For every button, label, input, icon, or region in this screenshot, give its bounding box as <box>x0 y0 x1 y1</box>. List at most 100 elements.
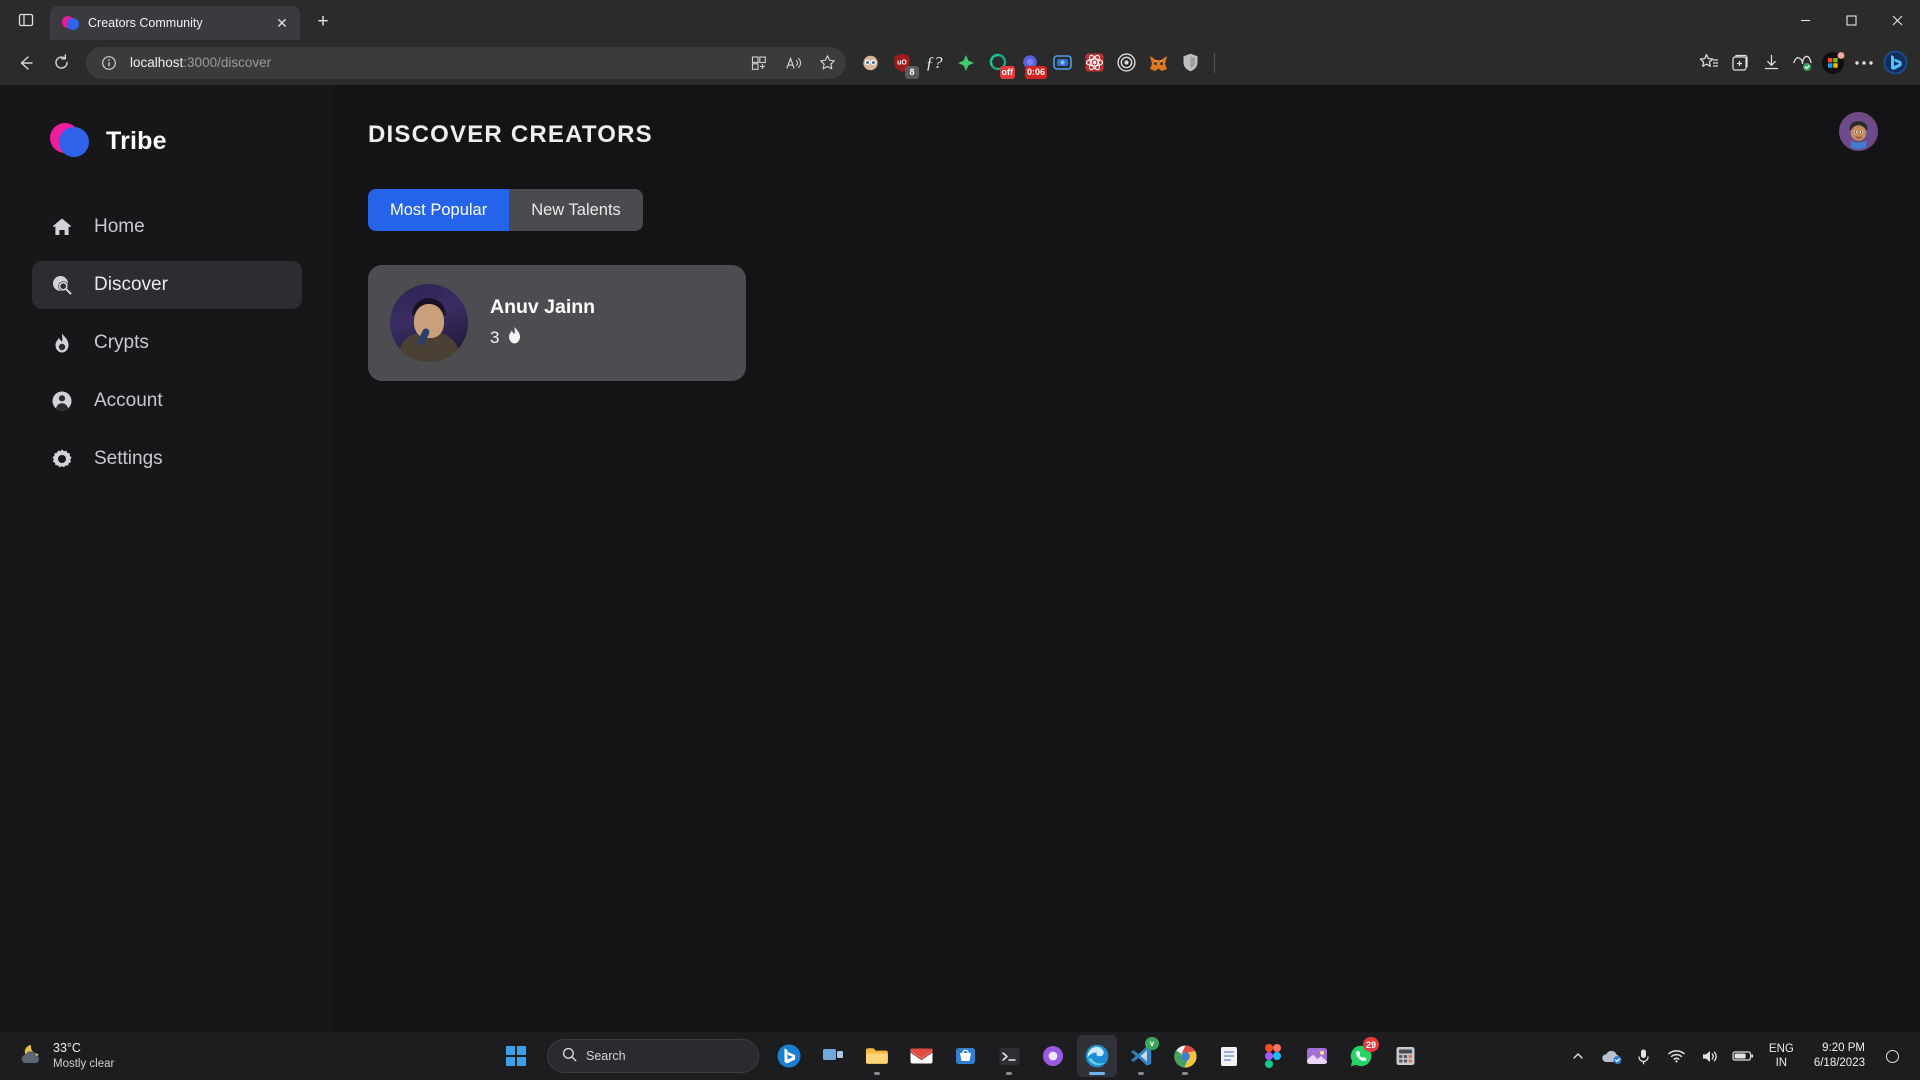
wolfram-extension[interactable]: ƒ? <box>919 48 949 78</box>
sidebar-item-label: Home <box>94 216 145 237</box>
grammarly-extension[interactable] <box>855 48 885 78</box>
back-button[interactable] <box>10 47 42 79</box>
user-avatar-icon[interactable] <box>1839 112 1878 151</box>
sidebar-item-crypts[interactable]: Crypts <box>32 319 302 367</box>
target-extension[interactable] <box>1111 48 1141 78</box>
collections-icon[interactable] <box>1725 48 1755 78</box>
info-icon[interactable] <box>96 50 122 76</box>
creator-list: Anuv Jainn 3 <box>368 265 1880 381</box>
volume-icon[interactable] <box>1696 1039 1724 1073</box>
video-downloader-extension[interactable] <box>1047 48 1077 78</box>
creator-avatar <box>390 284 468 362</box>
sidebar-item-label: Crypts <box>94 332 149 353</box>
split-screen-icon[interactable] <box>746 50 772 76</box>
sidebar-item-discover[interactable]: Discover <box>32 261 302 309</box>
brand[interactable]: Tribe <box>0 121 334 161</box>
weather-temp: 33°C <box>53 1041 81 1055</box>
maximize-button[interactable] <box>1828 0 1874 40</box>
favorites-icon[interactable] <box>1694 48 1724 78</box>
microsoft-store-taskbar[interactable] <box>945 1035 985 1077</box>
search-input[interactable]: Search <box>547 1039 759 1073</box>
tribe-logo-icon <box>50 121 90 161</box>
gmail-taskbar[interactable] <box>901 1035 941 1077</box>
file-explorer-taskbar[interactable] <box>857 1035 897 1077</box>
screen-recorder-extension[interactable]: off <box>983 48 1015 79</box>
weather-widget[interactable]: 33°C Mostly clear <box>8 1035 124 1077</box>
browser-window: Creators Community ✕ + localhost:3000/di… <box>0 0 1920 1032</box>
creator-name: Anuv Jainn <box>490 296 596 318</box>
wolfram-glyph: ƒ? <box>925 52 943 72</box>
search-icon <box>562 1047 577 1065</box>
read-aloud-icon[interactable] <box>780 50 806 76</box>
tab-strip: Creators Community ✕ + <box>0 0 1920 40</box>
loom-extension[interactable]: 0:06 <box>1015 48 1047 79</box>
url-host: localhost <box>130 55 184 70</box>
language-line2: IN <box>1775 1057 1788 1069</box>
ublock-badge: 8 <box>905 65 919 79</box>
terminal-taskbar[interactable] <box>989 1035 1029 1077</box>
color-picker-extension[interactable] <box>951 48 981 78</box>
show-hidden-icons[interactable] <box>1564 1039 1592 1073</box>
clock[interactable]: 9:20 PM 6/18/2023 <box>1806 1037 1873 1075</box>
address-bar[interactable]: localhost:3000/discover <box>86 46 846 79</box>
taskbar-center: Search v 29 <box>495 1035 1425 1077</box>
calculator-taskbar[interactable] <box>1385 1035 1425 1077</box>
microphone-icon[interactable] <box>1630 1039 1658 1073</box>
tab-new-talents[interactable]: New Talents <box>509 189 643 231</box>
creator-card[interactable]: Anuv Jainn 3 <box>368 265 746 381</box>
person-circle-icon <box>50 389 74 413</box>
sidebar-item-settings[interactable]: Settings <box>32 435 302 483</box>
figma-taskbar[interactable] <box>1253 1035 1293 1077</box>
window-controls <box>1782 0 1920 40</box>
refresh-button[interactable] <box>45 47 77 79</box>
discover-search-icon <box>50 273 74 297</box>
chrome-taskbar[interactable] <box>1165 1035 1205 1077</box>
language-indicator[interactable]: ENG IN <box>1762 1037 1801 1075</box>
new-tab-button[interactable]: + <box>308 7 338 37</box>
task-view-taskbar[interactable] <box>813 1035 853 1077</box>
shield-privacy-extension[interactable] <box>1175 48 1205 78</box>
whatsapp-taskbar[interactable]: 29 <box>1341 1035 1381 1077</box>
sidebar-item-label: Settings <box>94 448 163 469</box>
react-devtools-extension[interactable] <box>1079 48 1109 78</box>
close-icon[interactable]: ✕ <box>272 13 292 33</box>
metamask-extension[interactable] <box>1143 48 1173 78</box>
loom-badge: 0:06 <box>1024 65 1047 79</box>
minimize-button[interactable] <box>1782 0 1828 40</box>
search-placeholder: Search <box>586 1049 626 1063</box>
weather-desc: Mostly clear <box>53 1057 115 1070</box>
edge-taskbar[interactable] <box>1077 1035 1117 1077</box>
brand-name: Tribe <box>106 126 167 155</box>
onedrive-icon[interactable] <box>1597 1039 1625 1073</box>
clock-date: 6/18/2023 <box>1813 1057 1865 1069</box>
start-icon[interactable] <box>495 1035 537 1077</box>
recorder-badge: off <box>999 65 1015 79</box>
vscode-badge: v <box>1145 1037 1159 1050</box>
photos-taskbar[interactable] <box>1297 1035 1337 1077</box>
favorite-star-icon[interactable] <box>814 50 840 76</box>
browser-tab[interactable]: Creators Community ✕ <box>50 6 300 40</box>
ublock-origin-extension[interactable]: uO 8 <box>887 48 919 79</box>
close-window-button[interactable] <box>1874 0 1920 40</box>
settings-more-icon[interactable] <box>1849 48 1879 78</box>
browser-essentials-icon[interactable] <box>1787 48 1817 78</box>
wifi-icon[interactable] <box>1663 1039 1691 1073</box>
sidebar-item-label: Discover <box>94 274 168 295</box>
url-path: :3000/discover <box>183 55 272 70</box>
notifications-icon[interactable] <box>1878 1039 1906 1073</box>
sidebar-item-home[interactable]: Home <box>32 203 302 251</box>
notepad-taskbar[interactable] <box>1209 1035 1249 1077</box>
toolbar-right-actions <box>1694 48 1910 78</box>
postman-taskbar[interactable] <box>1033 1035 1073 1077</box>
microsoft-rewards-icon[interactable] <box>1818 48 1848 78</box>
tribe-logo-icon <box>62 15 79 32</box>
battery-icon[interactable] <box>1729 1039 1757 1073</box>
tab-actions-icon[interactable] <box>8 3 44 37</box>
vscode-taskbar[interactable]: v <box>1121 1035 1161 1077</box>
bing-chat-taskbar[interactable] <box>769 1035 809 1077</box>
copilot-bing-icon[interactable] <box>1880 48 1910 78</box>
sidebar-item-account[interactable]: Account <box>32 377 302 425</box>
whatsapp-badge: 29 <box>1362 1037 1379 1052</box>
tab-most-popular[interactable]: Most Popular <box>368 189 510 231</box>
downloads-icon[interactable] <box>1756 48 1786 78</box>
